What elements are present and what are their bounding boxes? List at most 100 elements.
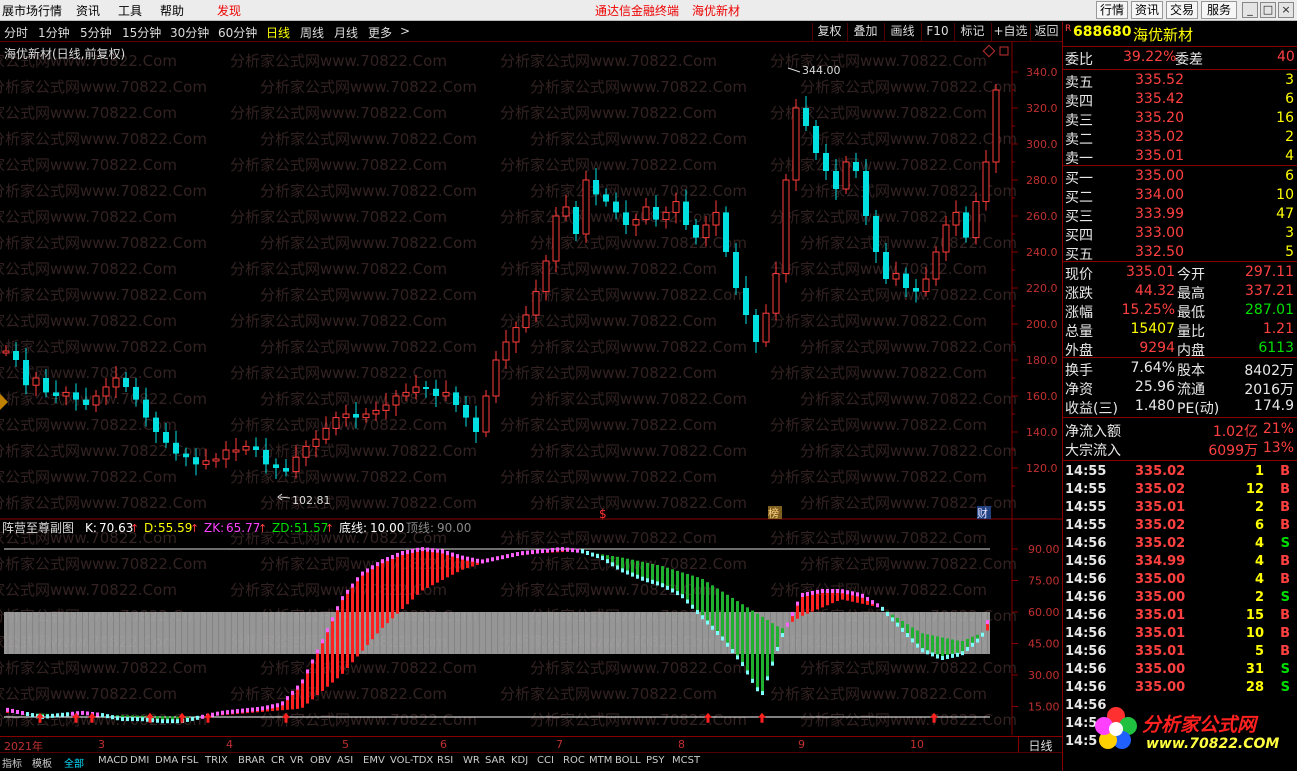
k-line-segment xyxy=(501,555,504,560)
adjust-button[interactable]: 复权 xyxy=(812,23,846,41)
tab-asi[interactable]: ASI xyxy=(337,755,353,766)
tab-obv[interactable]: OBV xyxy=(310,755,331,766)
watermark-text: 分析家公式网www.70822.Com xyxy=(800,234,1017,252)
minimize-icon[interactable]: _ xyxy=(1242,2,1258,18)
overlay-button[interactable]: 叠加 xyxy=(847,23,883,41)
period-indicator[interactable]: 日线 xyxy=(1018,737,1062,753)
watermark-text: 分析家公式网www.70822.Com xyxy=(0,286,207,304)
back-button[interactable]: 返回 xyxy=(1030,23,1062,41)
k-line-segment xyxy=(161,719,164,724)
chevron-right-icon[interactable]: > xyxy=(400,24,410,38)
tab-mtm[interactable]: MTM xyxy=(589,755,612,766)
tab-sar[interactable]: SAR xyxy=(485,755,505,766)
period-tab-daily[interactable]: 日线 xyxy=(266,24,290,41)
period-tab-intraday[interactable]: 分时 xyxy=(4,24,28,41)
tab-vol-tdx[interactable]: VOL-TDX xyxy=(390,755,433,766)
indicator-bar xyxy=(326,630,329,687)
candle-body xyxy=(463,405,469,418)
k-line-segment xyxy=(336,606,339,611)
k-line-segment xyxy=(351,583,354,588)
tab-vr[interactable]: VR xyxy=(290,755,304,766)
k-line-segment xyxy=(286,696,289,701)
tick-price: 335.00 xyxy=(1135,572,1186,587)
menu-news[interactable]: 资讯 xyxy=(76,2,100,19)
tab-emv[interactable]: EMV xyxy=(363,755,385,766)
tab-indicator[interactable]: 指标 xyxy=(2,755,22,770)
k-line-segment xyxy=(891,617,894,622)
candlestick-chart[interactable]: 分析家公式网www.70822.Com 分析家公式网www.70822.Com 分析… xyxy=(0,42,1062,520)
indicator-bar xyxy=(441,551,444,580)
tab-wr[interactable]: WR xyxy=(463,755,480,766)
k-line-segment xyxy=(426,547,429,552)
candle-body xyxy=(112,377,120,388)
period-tab-weekly[interactable]: 周线 xyxy=(300,24,324,41)
period-tab-60min[interactable]: 60分钟 xyxy=(218,24,257,41)
tab-psy[interactable]: PSY xyxy=(646,755,665,766)
tab-cci[interactable]: CCI xyxy=(537,755,554,766)
square-icon[interactable] xyxy=(999,46,1009,56)
tab-roc[interactable]: ROC xyxy=(563,755,585,766)
draw-line-button[interactable]: 画线 xyxy=(884,23,920,41)
indicator-name[interactable]: 阵营至尊副图 xyxy=(2,520,74,535)
tab-dmi[interactable]: DMI xyxy=(130,755,149,766)
tab-dma[interactable]: DMA xyxy=(155,755,178,766)
event-marker-rank[interactable]: 榜 xyxy=(768,506,779,520)
indicator-bar xyxy=(331,619,334,683)
f10-button[interactable]: F10 xyxy=(921,23,953,41)
period-tab-15min[interactable]: 15分钟 xyxy=(122,24,161,41)
k-line-segment xyxy=(231,709,234,714)
tab-kdj[interactable]: KDJ xyxy=(511,755,528,766)
tab-rsi[interactable]: RSI xyxy=(437,755,453,766)
menu-help[interactable]: 帮助 xyxy=(160,2,184,19)
tab-trix[interactable]: TRIX xyxy=(205,755,228,766)
indicator-bar xyxy=(391,556,394,619)
watermark-text: 分析家公式网www.70822.Com xyxy=(500,685,717,703)
add-watchlist-button[interactable]: +自选 xyxy=(991,23,1029,41)
k-line-segment xyxy=(136,717,139,722)
candle-body xyxy=(913,288,919,292)
period-tab-monthly[interactable]: 月线 xyxy=(334,24,358,41)
mark-button[interactable]: 标记 xyxy=(954,23,990,41)
tab-boll[interactable]: BOLL xyxy=(615,755,641,766)
menu-market[interactable]: 展市场行情 xyxy=(2,2,62,19)
candle-body xyxy=(62,391,70,397)
k-line-segment xyxy=(801,592,804,597)
watermark-text: 分析家公式网www.70822.Com xyxy=(260,711,477,729)
tab-all[interactable]: 全部 xyxy=(64,755,84,770)
menu-tools[interactable]: 工具 xyxy=(118,2,142,19)
tick-price: 335.01 xyxy=(1135,608,1186,623)
service-button[interactable]: 服务 xyxy=(1201,1,1237,19)
k-line-segment xyxy=(116,716,119,721)
event-marker-finance[interactable]: 财 xyxy=(977,506,988,520)
k-line-segment xyxy=(546,548,549,553)
buy-level-label: 买三 xyxy=(1065,209,1093,225)
watermark-text: 分析家公式网www.70822.Com xyxy=(800,711,1017,729)
tab-macd[interactable]: MACD xyxy=(98,755,128,766)
tab-fsl[interactable]: FSL xyxy=(181,755,199,766)
period-tab-1min[interactable]: 1分钟 xyxy=(38,24,70,41)
tab-brar[interactable]: BRAR xyxy=(238,755,265,766)
buy-level-row: 买三 333.99 47 xyxy=(1063,206,1297,225)
k-line-segment xyxy=(256,707,259,712)
tick-row: 14:56 335.01 10 B xyxy=(1063,626,1297,644)
indicator-chart[interactable]: 分析家公式网www.70822.Com 分析家公式网www.70822.Com 分析… xyxy=(0,519,1062,735)
tab-template[interactable]: 模板 xyxy=(32,755,52,770)
candle-body xyxy=(53,392,59,396)
sell-level-row: 卖二 335.02 2 xyxy=(1063,129,1297,148)
info-button[interactable]: 资讯 xyxy=(1131,1,1163,19)
tick-row: 14:56 335.02 4 S xyxy=(1063,536,1297,554)
indicator-bar xyxy=(771,623,774,664)
tab-cr[interactable]: CR xyxy=(271,755,285,766)
period-tab-5min[interactable]: 5分钟 xyxy=(80,24,112,41)
period-tab-30min[interactable]: 30分钟 xyxy=(170,24,209,41)
watermark-text: 分析家公式网www.70822.Com xyxy=(260,182,477,200)
tab-mcst[interactable]: MCST xyxy=(672,755,700,766)
period-tab-more[interactable]: 更多 xyxy=(368,24,392,41)
trade-button[interactable]: 交易 xyxy=(1166,1,1198,19)
menu-discover[interactable]: 发现 xyxy=(217,2,241,19)
tick-price: 335.01 xyxy=(1135,500,1186,515)
candle-body xyxy=(32,377,40,386)
maximize-icon[interactable]: □ xyxy=(1260,2,1276,18)
quote-button[interactable]: 行情 xyxy=(1096,1,1128,19)
close-icon[interactable]: × xyxy=(1278,2,1294,18)
